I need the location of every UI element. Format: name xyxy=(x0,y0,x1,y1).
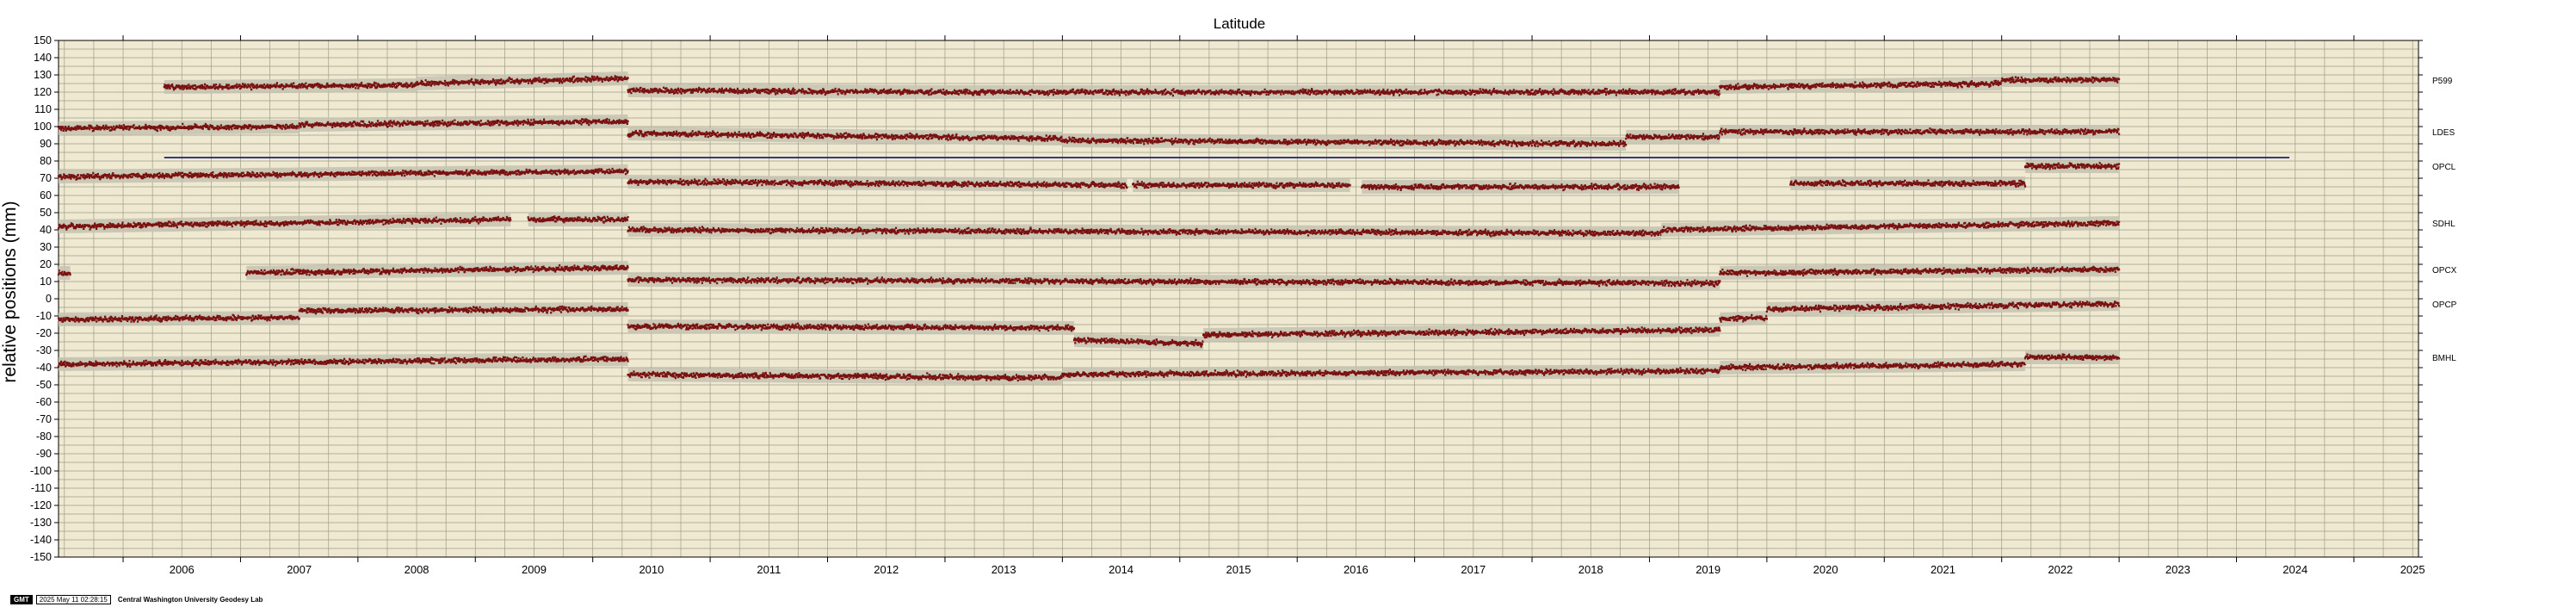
x-tick-label: 2015 xyxy=(1226,563,1251,576)
y-tick-label: -120 xyxy=(30,499,52,511)
y-tick-label: -100 xyxy=(30,465,52,477)
x-tick-label: 2011 xyxy=(757,563,781,576)
series-label: P599 xyxy=(2432,77,2453,86)
x-tick-label: 2025 xyxy=(2400,563,2425,576)
y-tick-label: 140 xyxy=(34,52,52,64)
y-tick-label: 70 xyxy=(40,172,52,184)
x-tick-label: 2007 xyxy=(287,563,312,576)
footer-stamp: GMT 2025 May 11 02:28:15 Central Washing… xyxy=(10,594,263,604)
latitude-chart: Latitude relative positions (mm) P599 LDE… xyxy=(0,15,2457,576)
y-tick-label: -10 xyxy=(36,310,52,322)
y-tick-label: 30 xyxy=(40,241,52,253)
y-tick-label: -80 xyxy=(36,430,52,443)
x-tick-label: 2021 xyxy=(1930,563,1955,576)
x-tick-label: 2013 xyxy=(991,563,1016,576)
x-tick-label: 2023 xyxy=(2165,563,2190,576)
series-label: OPCX xyxy=(2432,266,2457,276)
y-tick-label: -130 xyxy=(30,517,52,529)
y-tick-label: 80 xyxy=(40,155,52,167)
x-tick-label: 2017 xyxy=(1461,563,1486,576)
y-tick-label: -20 xyxy=(36,327,52,339)
x-tick-label: 2010 xyxy=(639,563,664,576)
x-tick-label: 2019 xyxy=(1696,563,1720,576)
y-tick-label: 60 xyxy=(40,189,52,201)
series-label: OPCP xyxy=(2432,300,2457,310)
series-label: OPCL xyxy=(2432,163,2456,172)
y-tick-label: 100 xyxy=(34,121,52,133)
y-tick-label: -140 xyxy=(30,534,52,546)
y-tick-label: 150 xyxy=(34,34,52,46)
y-tick-label: -40 xyxy=(36,362,52,374)
y-tick-label: 10 xyxy=(40,276,52,288)
x-tick-label: 2020 xyxy=(1813,563,1838,576)
y-axis-label: relative positions (mm) xyxy=(0,201,20,382)
chart-title: Latitude xyxy=(1214,15,1266,32)
y-tick-label: -110 xyxy=(31,482,52,494)
x-tick-label: 2008 xyxy=(405,563,429,576)
y-tick-label: -30 xyxy=(36,344,52,356)
x-tick-label: 2006 xyxy=(170,563,195,576)
x-tick-label: 2014 xyxy=(1109,563,1134,576)
y-tick-label: 50 xyxy=(40,207,52,219)
y-tick-label: 130 xyxy=(34,69,52,81)
timestamp: 2025 May 11 02:28:15 xyxy=(35,594,111,604)
y-tick-label: 0 xyxy=(46,293,52,305)
x-tick-label: 2009 xyxy=(522,563,547,576)
x-tick-label: 2012 xyxy=(874,563,899,576)
x-tick-label: 2022 xyxy=(2048,563,2073,576)
y-tick-label: -60 xyxy=(36,396,52,408)
y-tick-label: -150 xyxy=(30,551,52,563)
organization-label: Central Washington University Geodesy La… xyxy=(117,595,263,604)
gmt-logo: GMT xyxy=(10,594,33,604)
y-tick-label: 110 xyxy=(34,103,52,115)
y-tick-label: -90 xyxy=(36,448,52,460)
series-label: BMHL xyxy=(2432,354,2456,363)
y-tick-label: 90 xyxy=(40,138,52,150)
series-label: SDHL xyxy=(2432,220,2456,229)
series-label: LDES xyxy=(2432,128,2455,138)
y-tick-label: -50 xyxy=(36,379,52,391)
y-tick-label: 20 xyxy=(40,258,52,270)
x-tick-label: 2024 xyxy=(2283,563,2307,576)
x-tick-label: 2018 xyxy=(1578,563,1603,576)
y-tick-label: 120 xyxy=(34,86,52,98)
y-tick-label: -70 xyxy=(36,413,52,425)
y-tick-label: 40 xyxy=(40,224,52,236)
x-tick-label: 2016 xyxy=(1344,563,1368,576)
